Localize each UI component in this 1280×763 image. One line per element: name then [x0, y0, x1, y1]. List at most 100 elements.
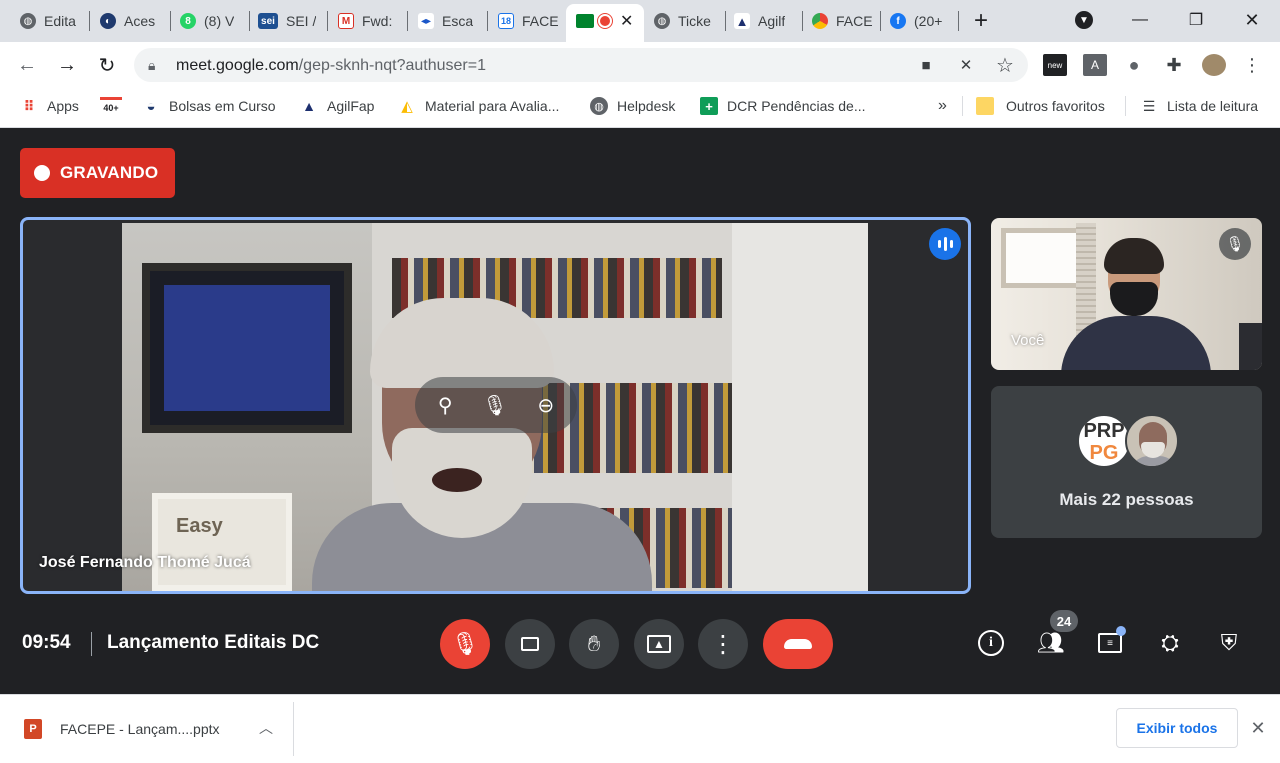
tab-4[interactable]: sei SEI /	[258, 4, 320, 38]
globe-icon: ◍	[654, 13, 670, 29]
folder-icon	[976, 97, 994, 115]
meeting-details-button[interactable]: i	[972, 624, 1010, 662]
maximize-button[interactable]: ❐	[1174, 6, 1218, 34]
meet-icon	[576, 14, 594, 28]
tab-8-active[interactable]: ✕	[576, 4, 638, 38]
wall-picture	[142, 263, 352, 433]
activities-icon: ⛭	[1161, 630, 1179, 655]
calendar-icon: 18	[498, 13, 514, 29]
chat-extension-icon[interactable]: ●	[1122, 54, 1146, 76]
pin-icon[interactable]: ⚲	[438, 393, 453, 418]
close-window-button[interactable]: ✕	[1230, 6, 1274, 34]
tab-label: SEI /	[286, 13, 317, 29]
bookmarks-divider	[962, 96, 963, 116]
more-options-button[interactable]: ⋮	[698, 619, 748, 669]
tile-hover-controls: ⚲ 🎙︎ ⊖	[415, 377, 577, 433]
tab-label: Agilf	[758, 13, 786, 29]
extensions-puzzle-icon[interactable]: ✚	[1162, 54, 1186, 76]
mic-icon[interactable]: 🎙︎	[482, 393, 507, 418]
close-download-bar-icon[interactable]: ✕	[1246, 716, 1270, 740]
back-button[interactable]: ←	[12, 50, 42, 80]
close-tab-icon[interactable]: ✕	[620, 11, 633, 31]
info-icon: i	[978, 630, 1004, 656]
bookmark-star-icon[interactable]: ☆	[993, 54, 1017, 77]
tab-label: (8) V	[204, 13, 235, 29]
camera-in-use-icon[interactable]: ■	[914, 54, 938, 76]
tab-1[interactable]: ◍ Edita	[20, 4, 82, 38]
raise-hand-button[interactable]: ✋︎	[569, 619, 619, 669]
leave-call-button[interactable]	[763, 619, 833, 669]
menu-dots-icon[interactable]: ⋮	[1240, 54, 1264, 76]
bookmarks-divider	[1125, 96, 1126, 116]
reading-list-icon: ☰	[1142, 97, 1156, 114]
bookmark-bolsas[interactable]: ◒ Bolsas em Curso	[142, 96, 276, 116]
other-participants-tile[interactable]	[991, 386, 1262, 538]
main-video-tile[interactable]: Easy ⚲ 🎙︎ ⊖ José Fernando Thomé Jucá	[20, 217, 971, 594]
tab-9[interactable]: ◍ Ticke	[654, 4, 720, 38]
mic-toggle-button[interactable]: 🎙︎	[440, 619, 490, 669]
chevron-up-icon[interactable]: ︿	[254, 716, 278, 740]
tab-divider	[802, 11, 803, 31]
tab-divider	[407, 11, 408, 31]
bookmark-apps[interactable]: ⠿ Apps	[20, 96, 79, 116]
tab-label: Aces	[124, 13, 156, 29]
extension-new-icon[interactable]: new	[1043, 54, 1067, 76]
tab-7[interactable]: 18 FACE	[498, 4, 560, 38]
bookmark-material[interactable]: ◭ Material para Avalia...	[398, 96, 559, 116]
tab-11[interactable]: FACE	[812, 4, 874, 38]
tab-label: FACE	[522, 13, 559, 29]
facebook-icon: f	[890, 13, 906, 29]
bookmark-agilfap[interactable]: ▲ AgilFap	[300, 96, 374, 116]
avatar-prpg: PRP PG	[1077, 414, 1131, 468]
self-video-tile[interactable]: Você 🎙︎	[991, 218, 1262, 370]
bookmark-dcr[interactable]: + DCR Pendências de...	[700, 96, 866, 116]
tab-label: Ticke	[678, 13, 711, 29]
camera-toggle-button[interactable]	[505, 619, 555, 669]
pptx-file-icon[interactable]: P	[24, 719, 42, 739]
tab-12[interactable]: f (20+	[890, 4, 950, 38]
tab-search-button[interactable]: ▼	[1062, 6, 1106, 34]
download-filename[interactable]: FACEPE - Lançam....pptx	[60, 721, 220, 737]
tab-6[interactable]: ◂▸ Esca	[418, 4, 480, 38]
tab-5[interactable]: M Fwd:	[338, 4, 400, 38]
other-bookmarks[interactable]: Outros favoritos	[976, 96, 1105, 116]
recording-label: GRAVANDO	[60, 163, 159, 182]
reload-button[interactable]: ↻	[92, 50, 122, 80]
bookmarks-overflow-button[interactable]: »	[938, 96, 947, 116]
bookmark-label: Bolsas em Curso	[169, 98, 276, 114]
tab-3[interactable]: 8 (8) V	[180, 4, 242, 38]
tab-divider	[880, 11, 881, 31]
site-icon: ◒	[146, 97, 156, 115]
tab-label: Fwd:	[362, 13, 393, 29]
forward-button[interactable]: →	[52, 50, 82, 80]
lock-icon[interactable]: 🔒︎	[148, 57, 155, 74]
show-all-downloads-button[interactable]: Exibir todos	[1116, 708, 1238, 748]
activities-button[interactable]: ⛭	[1151, 624, 1189, 662]
whatsapp-icon: 8	[180, 13, 196, 29]
bookmark-helpdesk[interactable]: ◍ Helpdesk	[590, 96, 675, 116]
bookmark-label: AgilFap	[327, 98, 375, 114]
mic-blocked-icon[interactable]: ✕	[954, 54, 978, 76]
minimize-button[interactable]: —	[1118, 6, 1162, 34]
speaking-indicator-icon	[929, 228, 961, 260]
host-controls-button[interactable]: ⛨	[1210, 624, 1248, 662]
tab-label: (20+	[914, 13, 943, 29]
tab-2[interactable]: ◐ Aces	[100, 4, 162, 38]
reading-list[interactable]: ☰ Lista de leitura	[1140, 96, 1258, 116]
avatar-participant	[1125, 414, 1179, 468]
present-screen-button[interactable]: ▲	[634, 619, 684, 669]
url-text[interactable]: meet.google.com/gep-sknh-nqt?authuser=1	[176, 57, 486, 75]
recording-indicator[interactable]: GRAVANDO	[20, 148, 175, 198]
chat-icon: ≡	[1098, 633, 1122, 653]
profile-avatar[interactable]	[1202, 54, 1226, 76]
meeting-title: Lançamento Editais DC	[107, 632, 320, 653]
poster-text: Easy	[176, 515, 223, 537]
chevron-down-icon: ▼	[1075, 11, 1093, 29]
gmail-icon: M	[338, 13, 354, 29]
new-tab-button[interactable]: +	[974, 4, 998, 38]
apps-grid-icon: ⠿	[23, 97, 35, 114]
remove-icon[interactable]: ⊖	[537, 393, 554, 418]
pdf-extension-icon[interactable]: A	[1083, 54, 1107, 76]
bookmark-gmail[interactable]: 40+	[100, 96, 126, 116]
tab-10[interactable]: ▲ Agilf	[734, 4, 796, 38]
